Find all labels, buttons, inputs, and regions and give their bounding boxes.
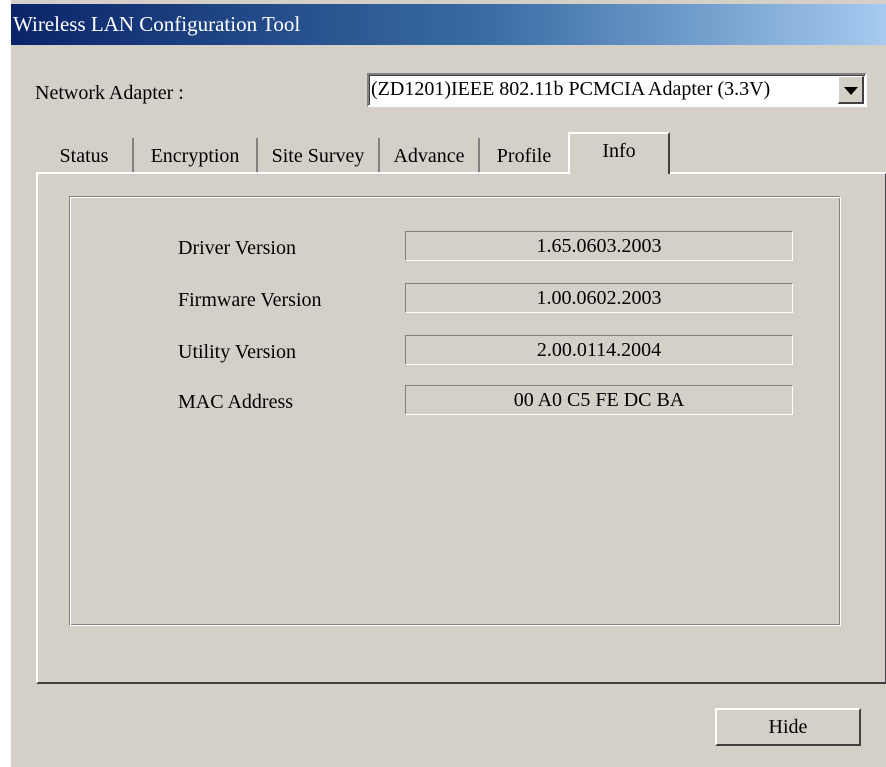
firmware-version-label: Firmware Version [178, 289, 322, 311]
chevron-down-icon [844, 87, 858, 95]
window-title: Wireless LAN Configuration Tool [13, 12, 301, 36]
firmware-version-field: 1.00.0602.2003 [405, 283, 793, 313]
driver-version-label: Driver Version [178, 237, 296, 259]
mac-address-field: 00 A0 C5 FE DC BA [405, 385, 793, 415]
hide-button[interactable]: Hide [715, 708, 861, 746]
utility-version-label: Utility Version [178, 341, 296, 363]
mac-address-label: MAC Address [178, 391, 294, 413]
config-window: Wireless LAN Configuration Tool Network … [10, 0, 886, 767]
utility-version-field: 2.00.0114.2004 [405, 335, 793, 365]
network-adapter-value: (ZD1201)IEEE 802.11b PCMCIA Adapter (3.3… [371, 78, 771, 100]
dropdown-button[interactable] [838, 76, 864, 104]
tab-encryption[interactable]: Encryption [134, 138, 258, 174]
network-adapter-label: Network Adapter : [35, 82, 184, 104]
tab-label: Site Survey [271, 145, 365, 167]
tab-site-survey[interactable]: Site Survey [258, 138, 380, 174]
driver-version-field: 1.65.0603.2003 [405, 231, 793, 261]
network-adapter-select[interactable]: (ZD1201)IEEE 802.11b PCMCIA Adapter (3.3… [367, 73, 867, 107]
tab-status[interactable]: Status [36, 138, 134, 174]
tab-label: Info [602, 140, 636, 162]
tab-label: Profile [496, 145, 552, 167]
info-tab-panel: Driver Version 1.65.0603.2003 Firmware V… [36, 172, 886, 684]
title-bar[interactable]: Wireless LAN Configuration Tool [11, 4, 886, 45]
tab-advance[interactable]: Advance [380, 138, 480, 174]
tab-profile[interactable]: Profile [480, 138, 568, 174]
info-group-box: Driver Version 1.65.0603.2003 Firmware V… [69, 196, 841, 626]
tab-label: Advance [393, 145, 465, 167]
tab-label: Encryption [150, 145, 240, 167]
tab-label: Status [59, 145, 109, 167]
tab-info[interactable]: Info [568, 132, 670, 174]
